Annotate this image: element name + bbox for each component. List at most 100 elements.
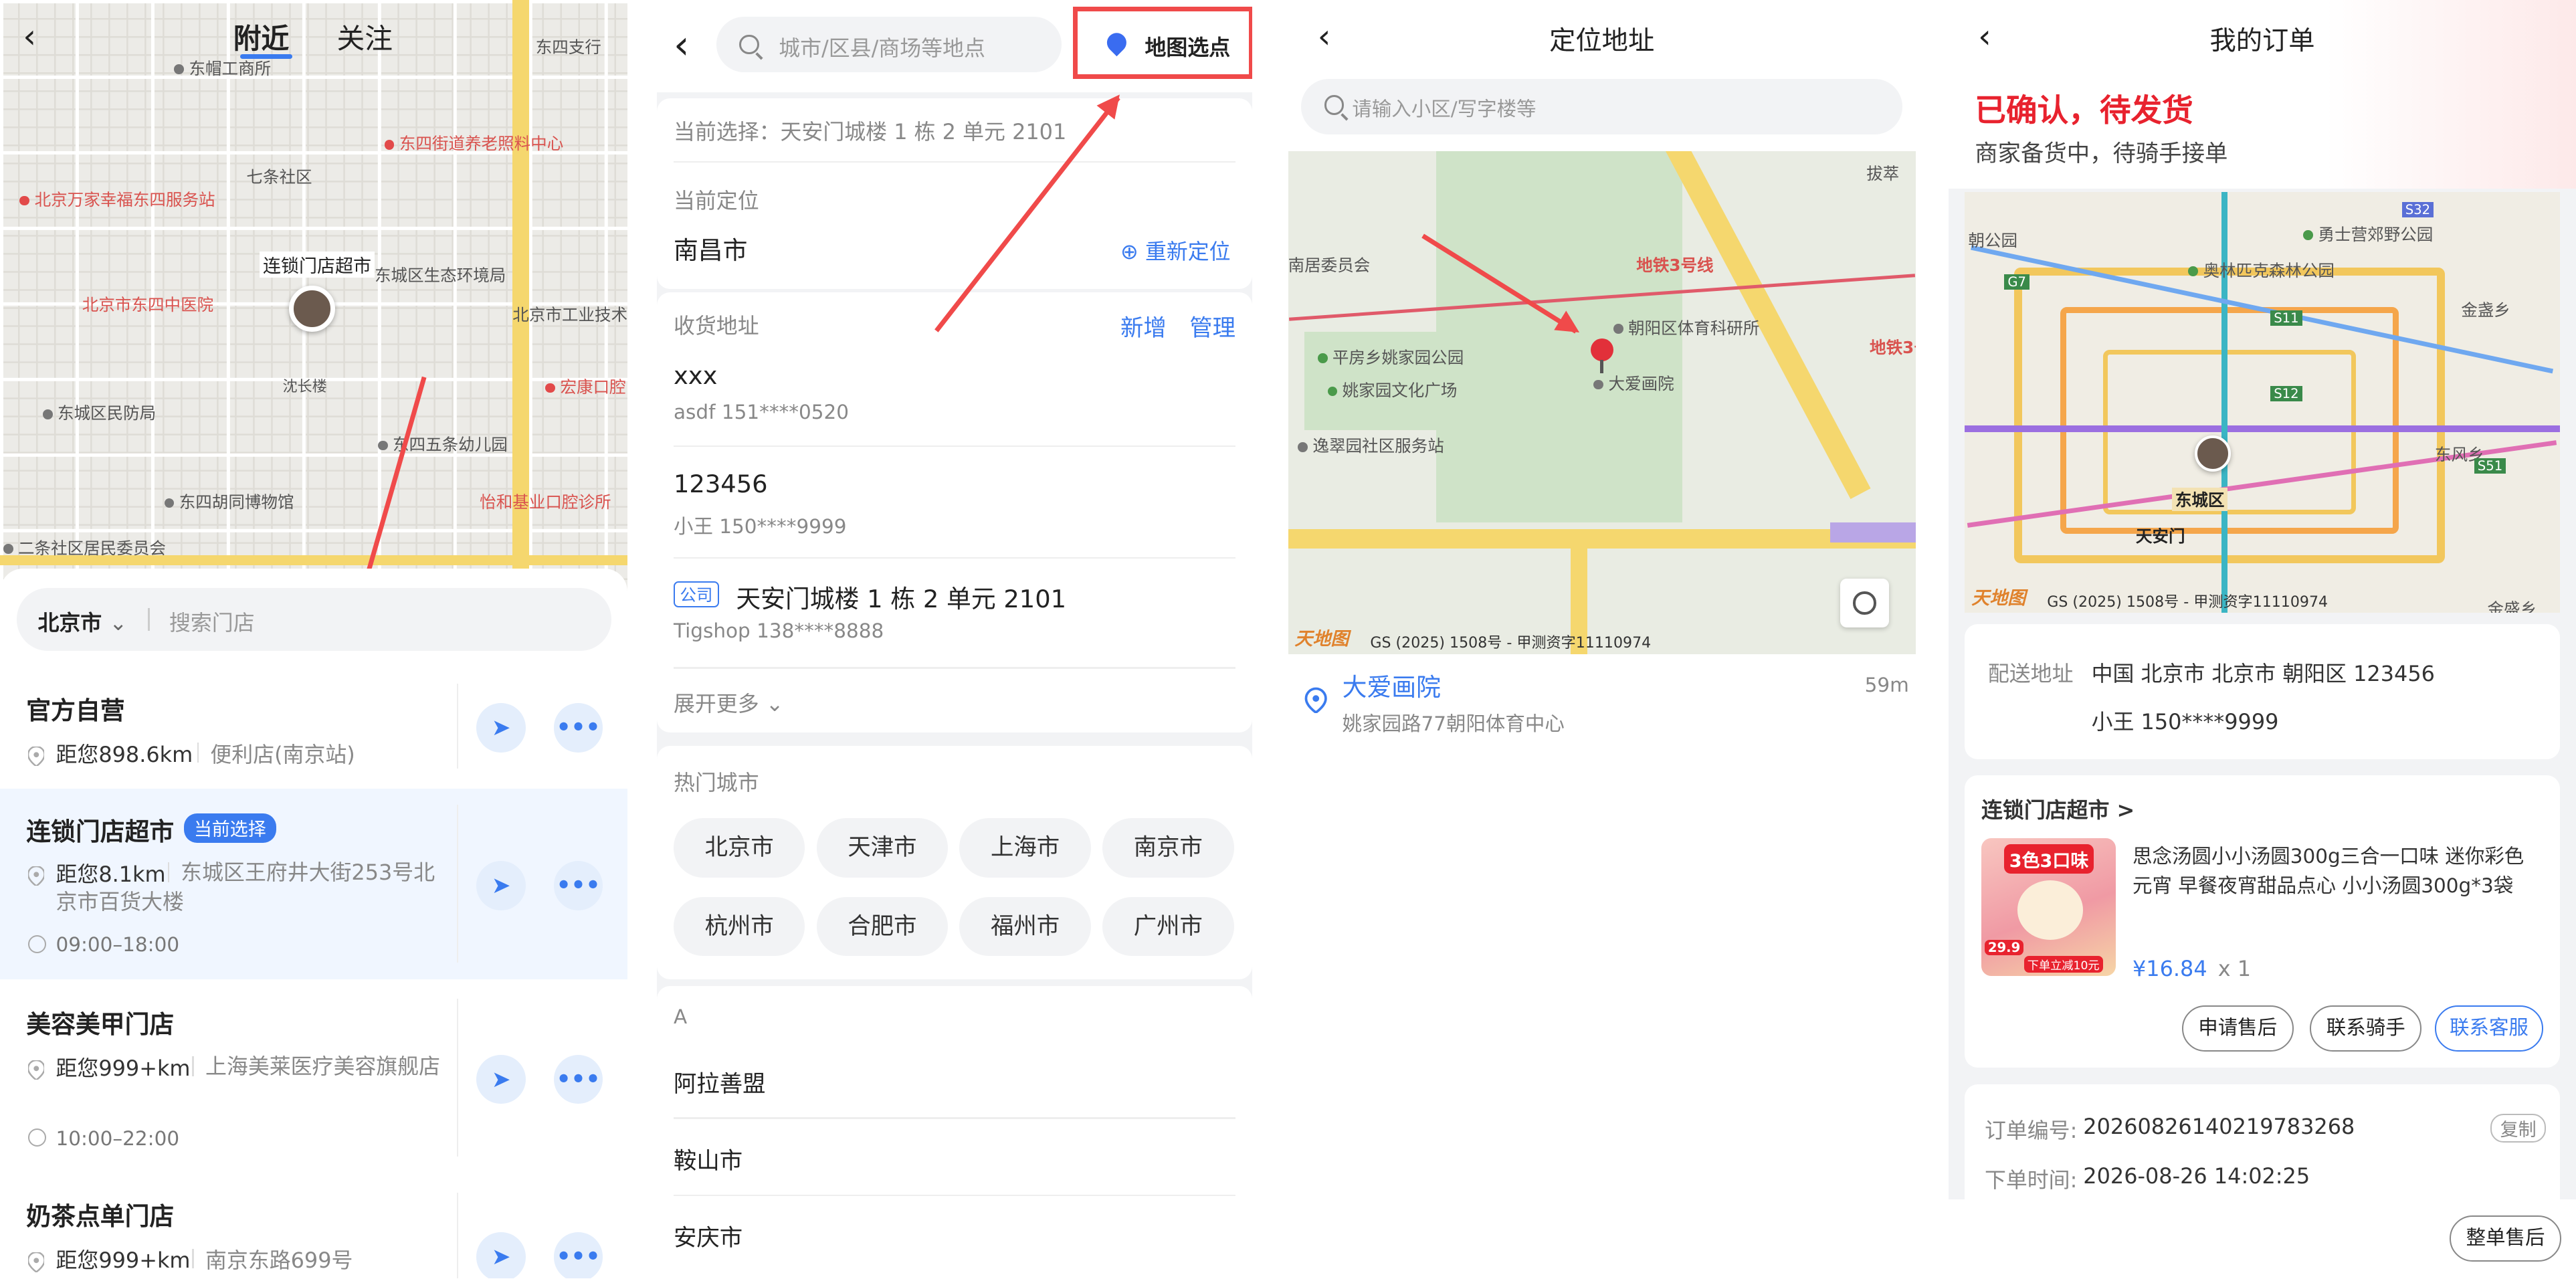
more-button[interactable]: ••• (553, 1054, 603, 1104)
location-pin-icon (1304, 687, 1327, 714)
apply-after-sales-button[interactable]: 申请售后 (2181, 1005, 2294, 1052)
more-button[interactable]: ••• (553, 860, 603, 910)
store-address: 上海美莱医疗美容旗舰店 (205, 1053, 440, 1079)
more-button[interactable]: ••• (553, 1232, 603, 1278)
order-detail-screen: ‹ 我的订单 已确认，待发货 商家备货中，待骑手接单 勇士营郊野公园 奥林匹克森… (1948, 0, 2576, 1278)
store-link[interactable]: 连锁门店超市 > (1981, 793, 2135, 824)
map-brand-logo: 天地图 (1294, 629, 1349, 650)
city-selector[interactable]: 北京市 ⌄ (37, 606, 127, 637)
locate-map[interactable]: 拔萃 地铁3号线 地铁3号线 朝阳区体育科研所 大爱画院 平房乡姚家园公园 姚家… (1288, 151, 1916, 654)
map-poi: 朝公园 (1968, 231, 2018, 251)
location-pin-icon (27, 1056, 45, 1081)
result-distance: 59m (1864, 674, 1909, 696)
city-index-list: A 阿拉善盟 鞍山市 安庆市 (657, 985, 1252, 1278)
location-search-input[interactable]: 城市/区县/商场等地点 (779, 31, 985, 62)
locate-me-button[interactable] (1840, 578, 1890, 628)
current-selection-badge: 当前选择 (184, 813, 276, 843)
index-letter: A (673, 1005, 688, 1029)
city-chip[interactable]: 杭州市 (673, 897, 805, 957)
city-chip[interactable]: 合肥市 (816, 897, 949, 957)
clock-icon (27, 934, 46, 953)
tab-nearby[interactable]: 附近 (233, 17, 290, 57)
map-pick-label: 地图选点 (1145, 35, 1231, 61)
divider (673, 445, 1235, 448)
current-location-card: 当前选择：天安门城楼 1 栋 2 单元 2101 当前定位 南昌市 ⊕ 重新定位 (657, 98, 1252, 290)
whole-order-after-sales-button[interactable]: 整单售后 (2450, 1215, 2562, 1262)
expand-more-button[interactable]: 展开更多 ⌄ (674, 687, 784, 718)
divider (456, 805, 459, 963)
page-title: 定位地址 (1549, 26, 1655, 57)
store-address: 南京东路699号 (205, 1248, 353, 1274)
navigate-button[interactable]: ➤ (476, 860, 526, 910)
map-credit: GS (2025) 1508号 - 甲测资字11110974 (2047, 593, 2329, 611)
city-chip[interactable]: 天津市 (816, 818, 949, 878)
map-pick-button[interactable]: 地图选点 (1072, 6, 1252, 79)
city-list-item[interactable]: 鞍山市 (674, 1142, 742, 1175)
add-address-button[interactable]: 新增 (1120, 309, 1167, 342)
store-marker-icon[interactable] (289, 286, 336, 332)
select-address-screen: ‹ 城市/区县/商场等地点 地图选点 当前选择：天安门城楼 1 栋 2 单元 2… (657, 0, 1252, 1278)
city-chip[interactable]: 广州市 (1102, 897, 1234, 957)
contact-support-button[interactable]: 联系客服 (2434, 1005, 2543, 1052)
divider (456, 999, 459, 1157)
city-list-item[interactable]: 安庆市 (674, 1219, 742, 1252)
map-poi: 东四胡同博物馆 (164, 490, 294, 513)
navigate-button[interactable]: ➤ (476, 1054, 526, 1104)
navigate-button[interactable]: ➤ (476, 703, 526, 753)
map-metro-line (1965, 425, 2560, 432)
city-chip[interactable]: 北京市 (673, 818, 805, 878)
selected-location-pin-icon[interactable] (1590, 338, 1613, 373)
navigate-icon: ➤ (491, 1243, 511, 1270)
map-road (512, 0, 529, 569)
back-icon[interactable]: ‹ (23, 17, 36, 56)
store-name: 连锁门店超市 (26, 817, 175, 847)
locate-search-input[interactable]: 请输入小区/写字楼等 (1352, 94, 1536, 122)
divider (456, 1193, 459, 1278)
city-chip[interactable]: 上海市 (959, 818, 1091, 878)
more-button[interactable]: ••• (553, 703, 603, 753)
map-road-shield: S12 (2270, 386, 2302, 402)
store-item-selected[interactable]: 连锁门店超市 当前选择 距您8.1km 东城区王府井大街253号北京市百货大楼 … (0, 788, 628, 979)
product-thumbnail[interactable]: 3色3口味 29.9 下单立减10元 (1981, 838, 2116, 976)
map-poi: 北京市工业技术开发中心 (512, 304, 628, 324)
delivery-address: 中国 北京市 北京市 朝阳区 123456 (2091, 661, 2435, 687)
relocate-button[interactable]: ⊕ 重新定位 (1120, 235, 1231, 266)
city-chip[interactable]: 南京市 (1102, 818, 1234, 878)
map-poi: 平房乡姚家园公园 (1317, 345, 1464, 369)
store-marker-icon (2195, 435, 2232, 472)
map-poi: 勇士营郊野公园 (2303, 222, 2433, 245)
address-contact: 小王 150****9999 (673, 514, 847, 538)
tab-following[interactable]: 关注 (337, 17, 393, 57)
delivery-map[interactable]: 勇士营郊野公园 奥林匹克森林公园 金盏乡 东风乡 东城区 天安门 朝公园 S32… (1965, 192, 2560, 613)
result-name: 大爱画院 (1342, 673, 1441, 702)
order-number: 20260826140219783268 (2083, 1114, 2355, 1140)
divider (673, 557, 1235, 559)
store-item[interactable]: 官方自营 距您898.6km 便利店(南京站) ➤ ••• (0, 667, 628, 785)
map-brand-logo: 天地图 (1971, 587, 2026, 609)
manage-addresses-button[interactable]: 管理 (1189, 309, 1235, 342)
back-icon[interactable]: ‹ (674, 21, 690, 68)
product-quantity: x 1 (2217, 956, 2252, 982)
navigate-button[interactable]: ➤ (476, 1232, 526, 1278)
map-poi: 二条社区居民委员会 (3, 536, 166, 559)
thumb-title: 3色3口味 (2004, 844, 2094, 874)
current-location-label: 当前定位 (673, 188, 759, 214)
location-pin-icon (27, 1249, 45, 1274)
map-road (1830, 522, 1916, 543)
city-list-item[interactable]: 阿拉善盟 (674, 1065, 766, 1098)
stores-map[interactable]: 东帽工商所 东四街道养老照料中心 七条社区 北京万家幸福东四服务站 连锁门店超市… (0, 0, 628, 592)
store-item[interactable]: 美容美甲门店 距您999+km 上海美莱医疗美容旗舰店 10:00–22:00 … (0, 982, 628, 1173)
address-title: 123456 (673, 470, 768, 499)
map-poi: 金盏乡 (2461, 300, 2510, 320)
location-pin-icon (27, 862, 45, 887)
store-item[interactable]: 奶茶点单门店 距您999+km 南京东路699号 ➤ ••• (0, 1176, 628, 1278)
map-poi: 东城区民防局 (42, 401, 156, 424)
chevron-down-icon: ⌄ (109, 610, 128, 636)
copy-button[interactable]: 复制 (2490, 1114, 2546, 1143)
map-poi: 南居委员会 (1288, 256, 1371, 276)
product-name[interactable]: 思念汤圆小小汤圆300g三合一口味 迷你彩色元宵 早餐夜宵甜品点心 小小汤圆30… (2133, 842, 2543, 900)
city-chip[interactable]: 福州市 (959, 897, 1091, 957)
divider (197, 743, 199, 763)
store-search-input[interactable]: 搜索门店 (169, 606, 255, 637)
contact-rider-button[interactable]: 联系骑手 (2310, 1005, 2422, 1052)
